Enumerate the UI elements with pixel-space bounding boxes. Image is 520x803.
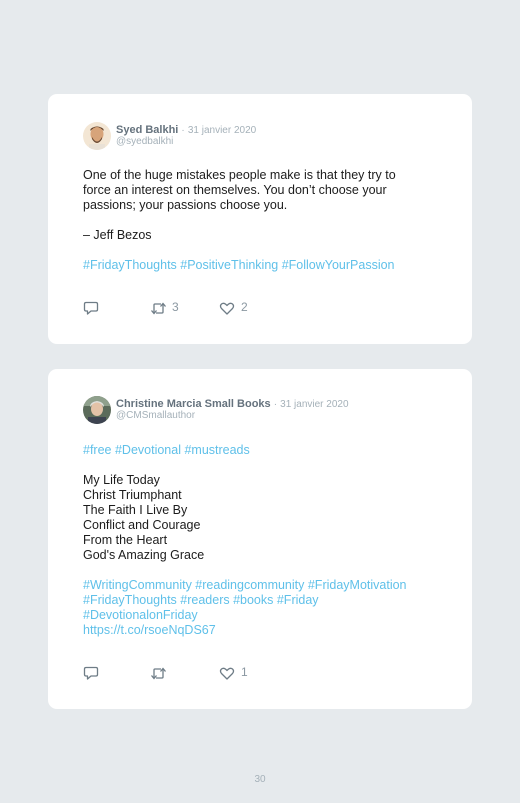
author-name[interactable]: Syed Balkhi <box>116 124 178 136</box>
like-count: 2 <box>241 300 248 314</box>
tweet-header: Syed Balkhi · 31 janvier 2020 <box>116 124 256 136</box>
avatar[interactable] <box>83 396 111 424</box>
hashtags[interactable]: #free #Devotional #mustreads <box>83 443 442 458</box>
text-line: One of the huge mistakes people make is … <box>83 168 396 182</box>
text-line: My Life Today <box>83 473 160 487</box>
heart-icon <box>219 667 235 680</box>
hashtags[interactable]: #WritingCommunity #readingcommunity #Fri… <box>83 578 442 593</box>
text-line: – Jeff Bezos <box>83 228 152 242</box>
text-line: Christ Triumphant <box>83 488 182 502</box>
tweet-link[interactable]: https://t.co/rsoeNqDS67 <box>83 623 442 638</box>
tweet-text: One of the huge mistakes people make is … <box>83 168 442 273</box>
tweet-card: Christine Marcia Small Books · 31 janvie… <box>48 369 472 709</box>
author-handle[interactable]: @CMSmallauthor <box>116 410 195 421</box>
separator: · <box>181 125 185 136</box>
tweet-date[interactable]: 31 janvier 2020 <box>280 399 348 410</box>
text-line: Conflict and Courage <box>83 518 201 532</box>
retweet-count: 3 <box>172 300 179 314</box>
tweet-card: Syed Balkhi · 31 janvier 2020 @syedbalkh… <box>48 94 472 344</box>
like-count: 1 <box>241 665 248 679</box>
hashtags[interactable]: #FridayThoughts #PositiveThinking #Follo… <box>83 258 442 273</box>
text-line: force an interest on themselves. You don… <box>83 183 387 197</box>
tweet-header: Christine Marcia Small Books · 31 janvie… <box>116 398 349 410</box>
tweet-text: #free #Devotional #mustreads My Life Tod… <box>83 443 442 638</box>
tweet-date[interactable]: 31 janvier 2020 <box>188 125 256 136</box>
heart-icon <box>219 302 235 315</box>
text-line: From the Heart <box>83 533 168 547</box>
hashtags[interactable]: #DevotionalonFriday <box>83 608 442 623</box>
reply-icon <box>83 666 99 680</box>
avatar[interactable] <box>83 122 111 150</box>
author-name[interactable]: Christine Marcia Small Books <box>116 398 271 410</box>
page-number: 30 <box>254 774 266 785</box>
hashtags[interactable]: #FridayThoughts #readers #books #Friday <box>83 593 442 608</box>
reply-icon <box>83 301 99 315</box>
separator: · <box>273 399 278 410</box>
author-handle[interactable]: @syedbalkhi <box>116 136 173 147</box>
text-line: passions; your passions choose you. <box>83 198 288 212</box>
retweet-icon <box>151 667 166 680</box>
retweet-icon <box>151 302 166 315</box>
text-line: God's Amazing Grace <box>83 548 205 562</box>
text-line: The Faith I Live By <box>83 503 188 517</box>
